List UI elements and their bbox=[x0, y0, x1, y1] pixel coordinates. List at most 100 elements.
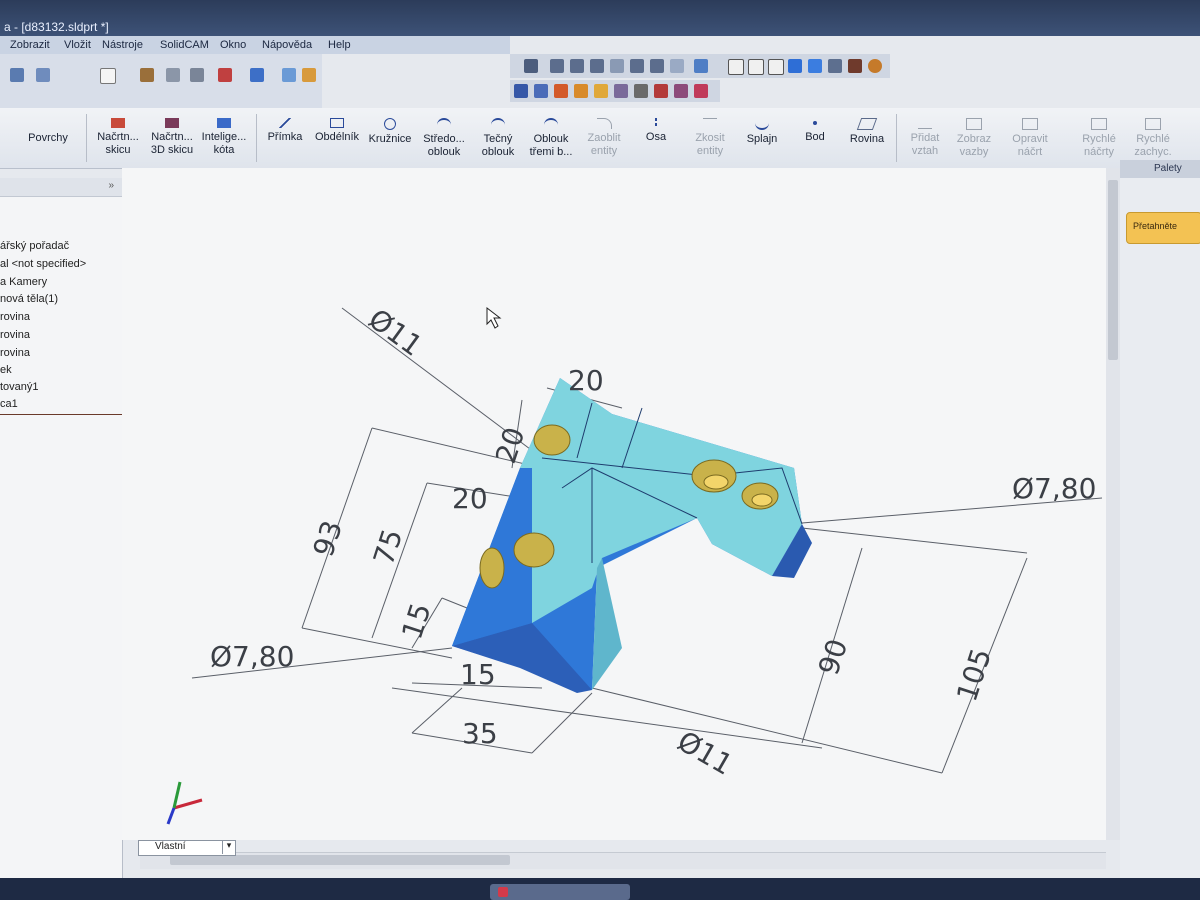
add-relation-button[interactable]: Přidat vztah bbox=[902, 118, 948, 158]
rebuild-icon[interactable] bbox=[140, 68, 154, 82]
tree-item-sketch[interactable]: ca1 bbox=[0, 398, 18, 410]
collapse-panel-icon[interactable]: » bbox=[108, 180, 114, 191]
realview-icon[interactable] bbox=[868, 59, 882, 73]
vertical-scrollbar[interactable] bbox=[1106, 168, 1120, 840]
view-orient-icon[interactable] bbox=[524, 59, 538, 73]
three-point-arc-button[interactable]: Oblouk třemi b... bbox=[524, 118, 578, 159]
wireframe-icon[interactable] bbox=[728, 59, 744, 75]
horizontal-scroll-thumb[interactable] bbox=[170, 855, 510, 865]
sketch-3d-button[interactable]: Načrtn... 3D skicu bbox=[146, 118, 198, 157]
line-button[interactable]: Přímka bbox=[262, 118, 308, 144]
view-cube-icon[interactable] bbox=[694, 59, 708, 73]
cam-report-icon[interactable] bbox=[674, 84, 688, 98]
pan-icon[interactable] bbox=[650, 59, 664, 73]
cam-part-icon[interactable] bbox=[534, 84, 548, 98]
tangent-arc-button[interactable]: Tečný oblouk bbox=[474, 118, 522, 159]
flag-icon[interactable] bbox=[218, 68, 232, 82]
shadows-icon[interactable] bbox=[828, 59, 842, 73]
tree-item-origin[interactable]: ek bbox=[0, 364, 12, 376]
circle-button[interactable]: Kružnice bbox=[366, 118, 414, 146]
center-arc-button[interactable]: Středo... oblouk bbox=[418, 118, 470, 159]
horizontal-scrollbar[interactable] bbox=[140, 852, 1106, 869]
menu-help[interactable]: Help bbox=[328, 39, 351, 51]
spline-button[interactable]: Splajn bbox=[740, 118, 784, 146]
dim-15-a[interactable]: 15 bbox=[395, 599, 437, 643]
tree-item-solid-bodies[interactable]: nová těla(1) bbox=[0, 293, 58, 305]
snap-icon[interactable] bbox=[190, 68, 204, 82]
dim-20-b[interactable]: 20 bbox=[452, 482, 488, 515]
repair-sketch-button[interactable]: Opravit náčrt bbox=[1004, 118, 1056, 159]
quick-snaps-button[interactable]: Rychlé zachyc. bbox=[1128, 118, 1178, 159]
menu-okno[interactable]: Okno bbox=[220, 39, 246, 51]
vertical-scroll-thumb[interactable] bbox=[1108, 180, 1118, 360]
tree-item-front-plane[interactable]: rovina bbox=[0, 311, 30, 323]
rotate-icon[interactable] bbox=[630, 59, 644, 73]
chamfer-entities-button[interactable]: Zkosit entity bbox=[684, 118, 736, 158]
cam-gcode-icon[interactable] bbox=[654, 84, 668, 98]
smart-dimension-button[interactable]: Intelige... kóta bbox=[198, 118, 250, 157]
redo-icon[interactable] bbox=[36, 68, 50, 82]
rollback-bar[interactable] bbox=[0, 414, 122, 415]
dim-105[interactable]: 105 bbox=[950, 644, 998, 705]
select-arrow-icon[interactable] bbox=[100, 68, 116, 84]
cam-geometry-icon[interactable] bbox=[554, 84, 568, 98]
menu-nastroje[interactable]: Nástroje bbox=[102, 39, 143, 51]
view-selector[interactable]: Vlastní ▾ bbox=[138, 840, 236, 856]
rectangle-button[interactable]: Obdélník bbox=[312, 118, 362, 144]
roll-icon[interactable] bbox=[670, 59, 684, 73]
tree-item-top-plane[interactable]: rovina bbox=[0, 329, 30, 341]
menu-zobrazit[interactable]: Zobrazit bbox=[10, 39, 50, 51]
shaded-icon[interactable] bbox=[808, 59, 822, 73]
dim-right-hole[interactable]: Ø7,80 bbox=[1012, 472, 1096, 505]
dim-15-b[interactable]: 15 bbox=[460, 658, 496, 691]
screen-icon[interactable] bbox=[282, 68, 296, 82]
graphics-area[interactable]: Ø11 20 20 20 93 75 15 15 35 Ø7,80 Ø7,80 … bbox=[122, 168, 1107, 840]
dim-bottom-hole[interactable]: Ø11 bbox=[672, 724, 738, 781]
centerline-button[interactable]: Osa bbox=[636, 118, 676, 144]
sketch-button[interactable]: Načrtn... skicu bbox=[92, 118, 144, 157]
grid-icon[interactable] bbox=[166, 68, 180, 82]
tree-item-lights-cameras[interactable]: a Kamery bbox=[0, 276, 47, 288]
zoom-fit-icon[interactable] bbox=[550, 59, 564, 73]
point-button[interactable]: Bod bbox=[796, 118, 834, 144]
zoom-in-out-icon[interactable] bbox=[590, 59, 604, 73]
hidden-removed-icon[interactable] bbox=[768, 59, 784, 75]
taskbar-app-button[interactable] bbox=[490, 884, 630, 900]
cam-simulate-icon[interactable] bbox=[614, 84, 628, 98]
plane-button[interactable]: Rovina bbox=[844, 118, 890, 146]
dim-left-hole[interactable]: Ø7,80 bbox=[210, 640, 294, 673]
appearance-icon[interactable] bbox=[848, 59, 862, 73]
dim-75[interactable]: 75 bbox=[367, 525, 409, 569]
fillet-entities-button[interactable]: Zaoblit entity bbox=[580, 118, 628, 158]
menu-napoveda[interactable]: Nápověda bbox=[262, 39, 312, 51]
undo-icon[interactable] bbox=[10, 68, 24, 82]
tree-item-history[interactable]: ářský pořadač bbox=[0, 240, 69, 252]
rapid-sketch-button[interactable]: Rychlé náčrty bbox=[1074, 118, 1124, 159]
hidden-lines-icon[interactable] bbox=[748, 59, 764, 75]
cam-operation-icon[interactable] bbox=[594, 84, 608, 98]
menu-vlozit[interactable]: Vložit bbox=[64, 39, 91, 51]
tree-item-right-plane[interactable]: rovina bbox=[0, 347, 30, 359]
dim-top-hole[interactable]: Ø11 bbox=[362, 302, 428, 363]
cam-tool-icon[interactable] bbox=[574, 84, 588, 98]
dim-top-20[interactable]: 20 bbox=[568, 364, 604, 397]
zoom-area-icon[interactable] bbox=[570, 59, 584, 73]
drag-here-button[interactable]: Přetahněte bbox=[1126, 212, 1200, 244]
options-icon[interactable] bbox=[250, 68, 264, 82]
sigma-icon[interactable] bbox=[634, 84, 648, 98]
dim-90[interactable]: 90 bbox=[812, 635, 854, 679]
cam-post-icon[interactable] bbox=[694, 84, 708, 98]
chevron-down-icon[interactable]: ▾ bbox=[222, 840, 235, 854]
menu-solidcam[interactable]: SolidCAM bbox=[160, 39, 209, 51]
tangent-arc-icon bbox=[491, 118, 505, 130]
tree-item-extrude[interactable]: tovaný1 bbox=[0, 381, 39, 393]
solidcam-icon[interactable] bbox=[514, 84, 528, 98]
dim-93[interactable]: 93 bbox=[307, 517, 349, 561]
shaded-edges-icon[interactable] bbox=[788, 59, 802, 73]
display-relations-button[interactable]: Zobraz vazby bbox=[950, 118, 998, 159]
dim-35[interactable]: 35 bbox=[462, 717, 498, 750]
surfaces-button[interactable]: Povrchy bbox=[24, 132, 72, 145]
paint-icon[interactable] bbox=[302, 68, 316, 82]
tree-item-material[interactable]: al <not specified> bbox=[0, 258, 86, 270]
zoom-selection-icon[interactable] bbox=[610, 59, 624, 73]
